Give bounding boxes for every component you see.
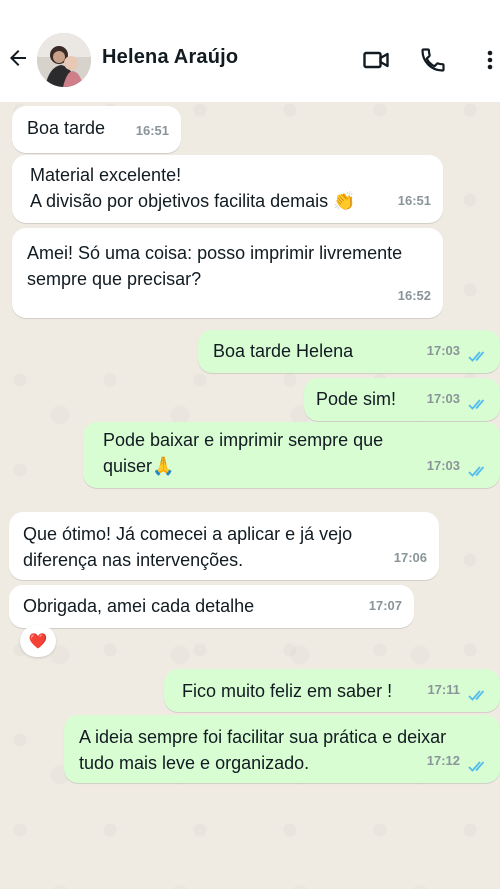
message-bubble-incoming[interactable]: Amei! Só uma coisa: posso imprimir livre… bbox=[12, 228, 443, 318]
message-text: Obrigada, amei cada detalhe bbox=[23, 596, 255, 616]
message-time: 17:06 bbox=[393, 550, 427, 565]
message-bubble-outgoing[interactable]: Pode sim! 17:03 bbox=[304, 378, 500, 421]
message-text: Material excelente! A divisão por objeti… bbox=[30, 165, 356, 211]
back-arrow-icon[interactable] bbox=[6, 46, 30, 70]
heart-icon: ❤️ bbox=[28, 633, 48, 650]
contact-name[interactable]: Helena Araújo bbox=[102, 46, 238, 69]
message-time: 17:03 bbox=[426, 458, 460, 473]
heart-reaction[interactable]: ❤️ bbox=[20, 625, 56, 657]
read-receipt-icon bbox=[468, 351, 485, 362]
message-time: 17:07 bbox=[368, 598, 402, 613]
message-bubble-outgoing[interactable]: Fico muito feliz em saber ! 17:11 bbox=[164, 669, 500, 712]
read-receipt-icon bbox=[468, 399, 485, 410]
read-receipt-icon bbox=[468, 690, 485, 701]
video-call-icon[interactable] bbox=[362, 46, 390, 74]
message-time: 17:11 bbox=[427, 682, 460, 697]
message-bubble-incoming[interactable]: Boa tarde 16:51 bbox=[12, 106, 181, 153]
message-time: 16:51 bbox=[135, 123, 169, 138]
message-time: 17:03 bbox=[426, 391, 460, 406]
message-bubble-outgoing[interactable]: Boa tarde Helena 17:03 bbox=[198, 330, 500, 373]
message-bubble-incoming[interactable]: Que ótimo! Já comecei a aplicar e já vej… bbox=[9, 512, 439, 580]
message-bubble-outgoing[interactable]: A ideia sempre foi facilitar sua prática… bbox=[64, 715, 500, 783]
message-text: Amei! Só uma coisa: posso imprimir livre… bbox=[27, 243, 403, 289]
read-receipt-icon bbox=[468, 761, 485, 772]
chat-header: Helena Araújo bbox=[0, 0, 500, 102]
message-bubble-incoming[interactable]: Material excelente! A divisão por objeti… bbox=[12, 155, 443, 223]
more-vert-icon[interactable] bbox=[476, 46, 500, 74]
phone-icon[interactable] bbox=[419, 46, 447, 74]
message-bubble-outgoing[interactable]: Pode baixar e imprimir sempre que quiser… bbox=[83, 422, 500, 488]
message-time: 17:12 bbox=[426, 753, 460, 768]
message-time: 16:51 bbox=[397, 193, 431, 208]
message-bubble-incoming[interactable]: Obrigada, amei cada detalhe 17:07 bbox=[9, 585, 414, 628]
message-text: Que ótimo! Já comecei a aplicar e já vej… bbox=[23, 524, 353, 570]
message-time: 17:03 bbox=[426, 343, 460, 358]
read-receipt-icon bbox=[468, 466, 485, 477]
message-time: 16:52 bbox=[397, 288, 431, 303]
avatar[interactable] bbox=[37, 33, 91, 87]
